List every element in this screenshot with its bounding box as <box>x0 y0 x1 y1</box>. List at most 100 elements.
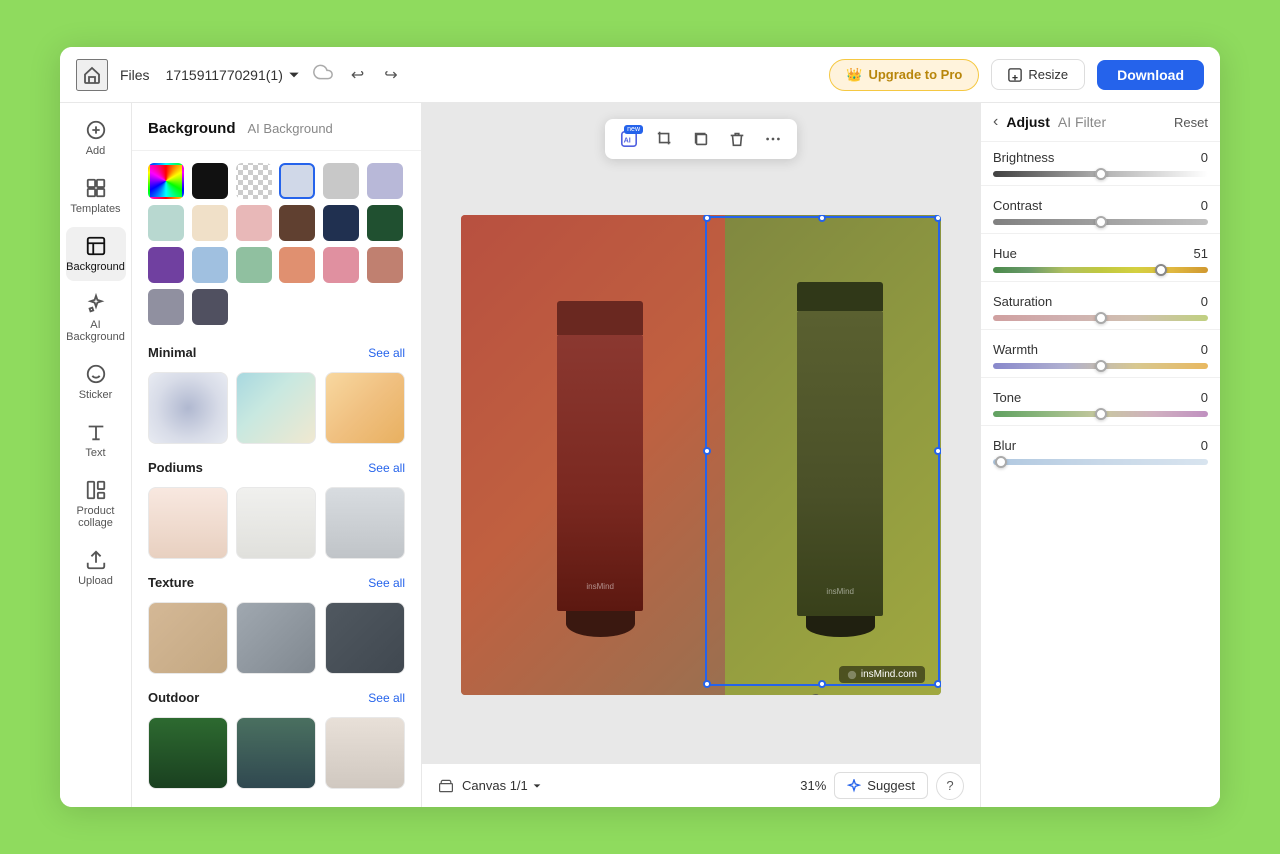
swatch-lavender[interactable] <box>367 163 403 199</box>
swatch-salmon[interactable] <box>367 247 403 283</box>
swatch-mint[interactable] <box>148 205 184 241</box>
swatch-blush[interactable] <box>236 205 272 241</box>
rotate-handle[interactable] <box>808 692 824 695</box>
delete-button[interactable] <box>721 123 753 155</box>
sidebar-item-sticker[interactable]: Sticker <box>66 355 126 409</box>
texture-section-header: Texture See all <box>132 567 421 594</box>
sidebar-item-product-collage[interactable]: Product collage <box>66 471 126 537</box>
suggest-button[interactable]: Suggest <box>834 772 928 799</box>
swatch-cream[interactable] <box>192 205 228 241</box>
panel-title: Background <box>148 120 236 137</box>
swatch-selected[interactable] <box>279 163 315 199</box>
sidebar-item-background[interactable]: Background <box>66 227 126 281</box>
podiums-title: Podiums <box>148 460 203 475</box>
reset-button[interactable]: Reset <box>1174 115 1208 130</box>
swatch-transparent[interactable] <box>236 163 272 199</box>
canvas-label[interactable]: Canvas 1/1 <box>462 778 542 793</box>
contrast-control: Contrast 0 <box>981 190 1220 229</box>
crop-button[interactable] <box>649 123 681 155</box>
outdoor-thumb-1[interactable] <box>148 717 228 789</box>
minimal-thumb-3[interactable] <box>325 372 405 444</box>
blur-slider[interactable] <box>993 459 1208 465</box>
more-icon <box>764 130 782 148</box>
download-button[interactable]: Download <box>1097 60 1204 90</box>
canvas-image-area[interactable]: insMind insMind <box>461 215 941 695</box>
swatch-navy[interactable] <box>323 205 359 241</box>
redo-button[interactable]: ↪ <box>378 61 403 89</box>
texture-thumb-1[interactable] <box>148 602 228 674</box>
svg-text:AI: AI <box>624 136 631 145</box>
filename-display[interactable]: 1715911770291(1) <box>166 67 301 83</box>
podiums-section-header: Podiums See all <box>132 452 421 479</box>
ai-edit-button[interactable]: AI new <box>613 123 645 155</box>
resize-button[interactable]: Resize <box>991 59 1085 90</box>
more-options-button[interactable] <box>757 123 789 155</box>
texture-thumb-2[interactable] <box>236 602 316 674</box>
adjust-tab[interactable]: Adjust <box>1006 114 1050 130</box>
icon-sidebar: Add Templates Background AI Backgr <box>60 103 132 807</box>
ai-background-tab[interactable]: AI Background <box>248 117 333 140</box>
swatch-forest[interactable] <box>367 205 403 241</box>
swatch-black[interactable] <box>192 163 228 199</box>
watermark: insMind.com <box>839 666 925 683</box>
tone-slider[interactable] <box>993 411 1208 417</box>
outdoor-thumb-3[interactable] <box>325 717 405 789</box>
files-nav[interactable]: Files <box>120 67 150 83</box>
sidebar-item-upload[interactable]: Upload <box>66 541 126 595</box>
warmth-thumb[interactable] <box>1095 360 1107 372</box>
minimal-see-all[interactable]: See all <box>368 346 405 360</box>
texture-see-all[interactable]: See all <box>368 576 405 590</box>
duplicate-button[interactable] <box>685 123 717 155</box>
podiums-see-all[interactable]: See all <box>368 461 405 475</box>
chevron-down-icon <box>287 68 301 82</box>
sidebar-item-ai-background[interactable]: AI Background <box>66 285 126 351</box>
color-swatches <box>132 151 421 337</box>
swatch-peach[interactable] <box>279 247 315 283</box>
podium-thumb-2[interactable] <box>236 487 316 559</box>
podium-thumb-3[interactable] <box>325 487 405 559</box>
saturation-thumb[interactable] <box>1095 312 1107 324</box>
swatch-sage[interactable] <box>236 247 272 283</box>
crown-icon: 👑 <box>846 67 862 83</box>
outdoor-thumb-2[interactable] <box>236 717 316 789</box>
swatch-warmgray[interactable] <box>148 289 184 325</box>
texture-thumb-3[interactable] <box>325 602 405 674</box>
watermark-icon <box>847 670 857 680</box>
contrast-slider[interactable] <box>993 219 1208 225</box>
brightness-control: Brightness 0 <box>981 142 1220 181</box>
back-button[interactable]: ‹ <box>993 113 998 131</box>
warmth-slider[interactable] <box>993 363 1208 369</box>
swatch-darkgray[interactable] <box>192 289 228 325</box>
blur-thumb[interactable] <box>995 456 1007 468</box>
outdoor-see-all[interactable]: See all <box>368 691 405 705</box>
undo-button[interactable]: ↩ <box>345 61 370 89</box>
swatch-rainbow[interactable] <box>148 163 184 199</box>
contrast-thumb[interactable] <box>1095 216 1107 228</box>
plus-icon <box>85 119 107 141</box>
hue-thumb[interactable] <box>1155 264 1167 276</box>
brightness-slider[interactable] <box>993 171 1208 177</box>
minimal-thumb-2[interactable] <box>236 372 316 444</box>
swatch-pink[interactable] <box>323 247 359 283</box>
tone-thumb[interactable] <box>1095 408 1107 420</box>
sidebar-item-templates[interactable]: Templates <box>66 169 126 223</box>
sidebar-item-text[interactable]: Text <box>66 413 126 467</box>
hue-slider[interactable] <box>993 267 1208 273</box>
canvas-background: insMind insMind <box>461 215 941 695</box>
ai-filter-tab[interactable]: AI Filter <box>1058 114 1106 130</box>
home-button[interactable] <box>76 59 108 91</box>
saturation-control: Saturation 0 <box>981 286 1220 325</box>
swatch-lightblue[interactable] <box>192 247 228 283</box>
swatch-brown[interactable] <box>279 205 315 241</box>
minimal-thumb-1[interactable] <box>148 372 228 444</box>
saturation-slider[interactable] <box>993 315 1208 321</box>
brightness-thumb[interactable] <box>1095 168 1107 180</box>
sticker-icon <box>85 363 107 385</box>
podium-thumb-1[interactable] <box>148 487 228 559</box>
canvas-area[interactable]: AI new <box>422 103 980 807</box>
sidebar-item-add[interactable]: Add <box>66 111 126 165</box>
help-button[interactable]: ? <box>936 772 964 800</box>
swatch-lightgray[interactable] <box>323 163 359 199</box>
upgrade-pro-button[interactable]: 👑 Upgrade to Pro <box>829 59 979 91</box>
swatch-purple[interactable] <box>148 247 184 283</box>
